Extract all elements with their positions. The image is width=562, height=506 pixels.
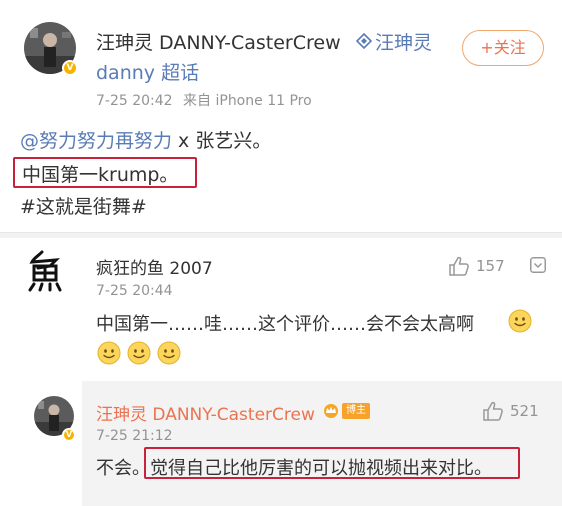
smile-emoji-icon xyxy=(157,341,181,365)
verified-badge-icon: V xyxy=(62,428,76,442)
super-topic-diamond-icon xyxy=(356,33,372,49)
comment-text-line: 中国第一……哇……这个评价……会不会太高啊 xyxy=(96,310,474,336)
commenter-avatar[interactable] xyxy=(20,246,72,298)
verified-badge-icon: V xyxy=(62,60,78,76)
post-line-1: @努力努力再努力 x 张艺兴。 xyxy=(20,126,271,153)
comment-like-button[interactable]: 157 xyxy=(448,256,505,276)
reply-time: 7-25 21:12 xyxy=(96,428,173,444)
comment-like-count: 157 xyxy=(476,257,505,275)
reply-text-highlight: 觉得自己比他厉害的可以抛视频出来对比。 xyxy=(150,458,492,479)
reply-like-count: 521 xyxy=(510,402,539,420)
post-time: 7-25 20:42 来自 iPhone 11 Pro xyxy=(96,90,312,110)
mention-separator: x 张艺兴。 xyxy=(172,130,272,152)
reply-author-name[interactable]: 汪珅灵 DANNY-CasterCrew xyxy=(96,400,315,425)
mention-link[interactable]: @努力努力再努力 xyxy=(20,130,172,152)
hashtag-link[interactable]: #这就是街舞# xyxy=(20,192,147,219)
thumbs-up-icon xyxy=(483,401,503,421)
reply-like-button[interactable]: 521 xyxy=(482,401,539,421)
super-topic-link[interactable]: 汪珅灵 xyxy=(375,28,432,55)
follow-button[interactable]: +关注 xyxy=(462,30,544,66)
super-topic-suffix[interactable]: danny 超话 xyxy=(96,58,199,85)
smile-emoji-icon xyxy=(127,341,151,365)
thumbs-up-icon xyxy=(449,256,469,276)
weibo-post: V 汪珅灵 DANNY-CasterCrew 汪珅灵 danny 超话 7-25… xyxy=(0,0,562,232)
chevron-down-icon[interactable] xyxy=(530,257,546,273)
reply-text-prefix: 不会。 xyxy=(96,458,150,479)
post-line-2: 中国第一krump。 xyxy=(22,164,179,186)
smile-emoji-icon xyxy=(97,341,121,365)
author-badge: 博主 xyxy=(342,403,370,419)
crown-icon xyxy=(324,404,338,418)
smile-emoji-icon xyxy=(508,309,532,333)
post-source: 来自 iPhone 11 Pro xyxy=(183,93,312,109)
commenter-name[interactable]: 疯狂的鱼 2007 xyxy=(96,254,213,279)
comment-text: 中国第一……哇……这个评价……会不会太高啊 xyxy=(96,314,474,335)
post-author-name[interactable]: 汪珅灵 DANNY-CasterCrew xyxy=(96,28,341,55)
post-timestamp: 7-25 20:42 xyxy=(96,93,173,109)
comment-time: 7-25 20:44 xyxy=(96,283,173,299)
